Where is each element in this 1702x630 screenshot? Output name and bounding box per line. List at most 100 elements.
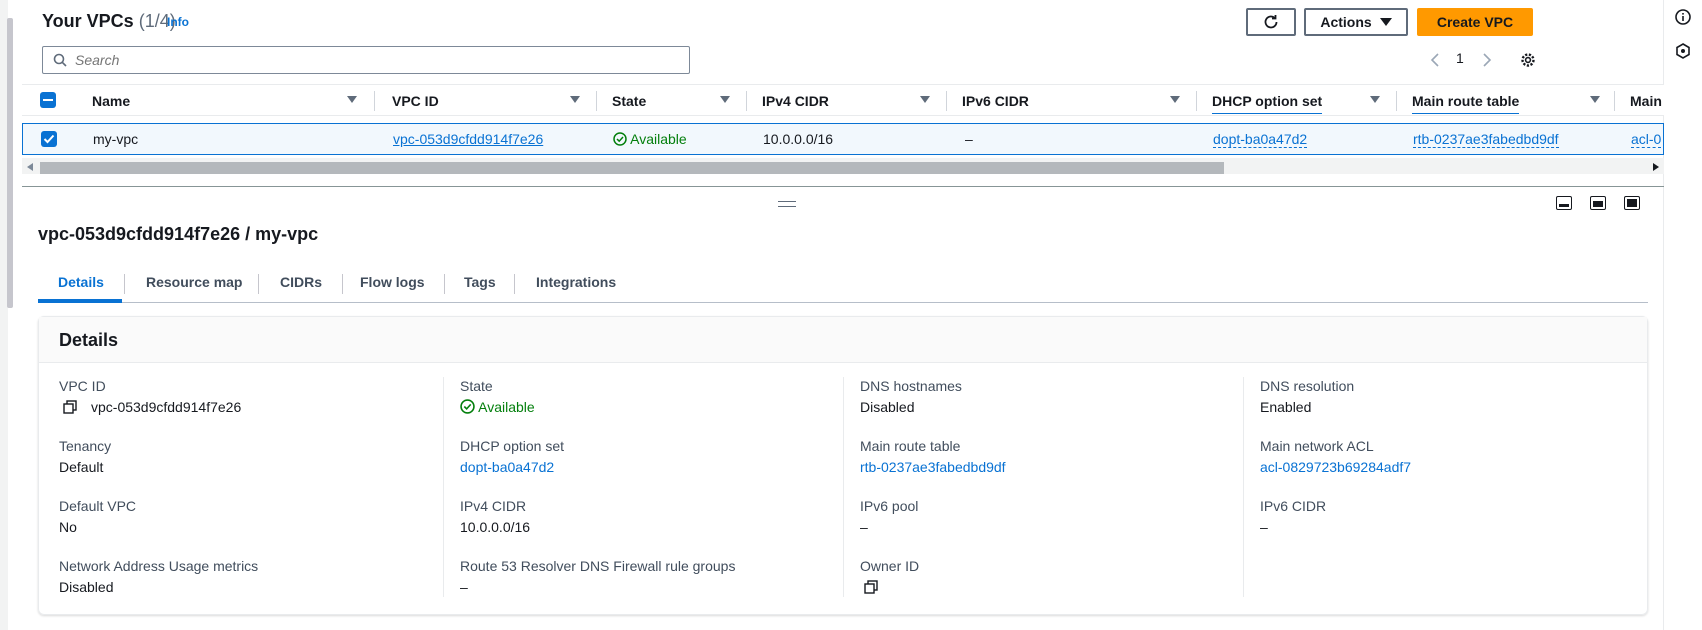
dhcp-label: DHCP option set	[460, 438, 565, 454]
vertical-scrollbar[interactable]	[7, 18, 13, 308]
vpc-id-value: vpc-053d9cfdd914f7e26	[91, 399, 242, 415]
bottom-panel-icon[interactable]	[1556, 196, 1572, 210]
cell-acl-link[interactable]: acl-0	[1631, 131, 1662, 148]
vpc-id-label: VPC ID	[59, 378, 106, 394]
scroll-right-icon[interactable]	[1652, 162, 1660, 172]
owner-id-label: Owner ID	[860, 558, 920, 574]
check-circle-icon	[613, 132, 627, 146]
tab-integrations[interactable]: Integrations	[536, 274, 616, 290]
checkmark-icon	[43, 134, 55, 144]
caret-down-icon	[1379, 18, 1392, 26]
dns-hostnames-value: Disabled	[860, 399, 915, 415]
sort-caret-icon[interactable]	[347, 96, 357, 103]
cell-vpc-id-link[interactable]: vpc-053d9cfdd914f7e26	[393, 131, 543, 147]
default-vpc-value: No	[59, 519, 77, 535]
check-circle-icon	[460, 399, 475, 414]
search-input[interactable]	[75, 50, 675, 70]
network-acl-label: Main network ACL	[1260, 438, 1374, 454]
r53-firewall-label: Route 53 Resolver DNS Firewall rule grou…	[460, 558, 736, 574]
nau-metrics-value: Disabled	[59, 579, 114, 595]
cell-dhcp-link[interactable]: dopt-ba0a47d2	[1213, 131, 1308, 148]
column-main-network-acl[interactable]: Main	[1630, 93, 1662, 109]
dns-resolution-value: Enabled	[1260, 399, 1312, 415]
cell-route-table-link[interactable]: rtb-0237ae3fabedbd9df	[1413, 131, 1559, 148]
tenancy-label: Tenancy	[59, 438, 112, 454]
column-vpc-id[interactable]: VPC ID	[392, 93, 439, 109]
hexagon-help-icon[interactable]	[1674, 42, 1692, 60]
active-tab-indicator	[38, 299, 122, 303]
search-icon	[53, 53, 67, 67]
cell-state: Available	[613, 131, 687, 147]
column-ipv6-cidr[interactable]: IPv6 CIDR	[962, 93, 1029, 109]
vpc-table: Name VPC ID State IPv4 CIDR IPv6 CIDR DH…	[22, 84, 1664, 188]
cell-ipv6-cidr: –	[965, 131, 973, 147]
state-value: Available	[460, 399, 535, 415]
sort-caret-icon[interactable]	[720, 96, 730, 103]
create-vpc-button[interactable]: Create VPC	[1417, 8, 1533, 36]
dns-hostnames-label: DNS hostnames	[860, 378, 962, 394]
sort-caret-icon[interactable]	[920, 96, 930, 103]
column-ipv4-cidr[interactable]: IPv4 CIDR	[762, 93, 829, 109]
resize-handle-icon[interactable]	[778, 201, 796, 207]
info-icon[interactable]	[1674, 8, 1692, 26]
ipv6-cidr-value: –	[1260, 519, 1268, 535]
gear-icon[interactable]	[1519, 51, 1537, 69]
detail-title: vpc-053d9cfdd914f7e26 / my-vpc	[38, 224, 319, 244]
tab-resource-map[interactable]: Resource map	[146, 274, 242, 290]
r53-firewall-value: –	[460, 579, 468, 595]
sort-caret-icon[interactable]	[570, 96, 580, 103]
table-row[interactable]: my-vpc vpc-053d9cfdd914f7e26 Available 1…	[22, 123, 1664, 155]
sort-caret-icon[interactable]	[1590, 96, 1600, 103]
refresh-button[interactable]	[1246, 8, 1296, 36]
chevron-left-icon[interactable]	[1430, 53, 1440, 67]
ipv4-cidr-value: 10.0.0.0/16	[460, 519, 531, 535]
network-acl-link[interactable]: acl-0829723b69284adf7	[1260, 459, 1411, 475]
tenancy-value: Default	[59, 459, 104, 475]
ipv6-pool-label: IPv6 pool	[860, 498, 919, 514]
dhcp-link[interactable]: dopt-ba0a47d2	[460, 459, 554, 475]
copy-icon[interactable]	[864, 580, 878, 594]
search-field[interactable]	[42, 46, 690, 74]
actions-button[interactable]: Actions	[1304, 8, 1408, 36]
scrollbar-thumb[interactable]	[40, 162, 1224, 174]
column-state[interactable]: State	[612, 93, 646, 109]
refresh-icon	[1264, 15, 1278, 29]
default-vpc-label: Default VPC	[59, 498, 137, 514]
details-panel: Details VPC ID vpc-053d9cfdd914f7e26 Ten…	[38, 316, 1648, 615]
split-panel-divider	[22, 186, 1664, 187]
side-panel-icon[interactable]	[1590, 196, 1606, 210]
ipv6-pool-value: –	[860, 519, 868, 535]
column-dhcp-option-set[interactable]: DHCP option set	[1212, 93, 1323, 114]
sort-caret-icon[interactable]	[1170, 96, 1180, 103]
panel-title: Details	[59, 330, 119, 350]
nau-metrics-label: Network Address Usage metrics	[59, 558, 259, 574]
tab-flow-logs[interactable]: Flow logs	[360, 274, 425, 290]
row-checkbox[interactable]	[41, 131, 57, 147]
copy-icon[interactable]	[63, 400, 77, 414]
detail-tabs: Details Resource map CIDRs Flow logs Tag…	[38, 270, 1648, 303]
ipv6-cidr-label: IPv6 CIDR	[1260, 498, 1327, 514]
state-label: State	[460, 378, 493, 394]
sort-caret-icon[interactable]	[1370, 96, 1380, 103]
tab-cidrs[interactable]: CIDRs	[280, 274, 322, 290]
cell-ipv4-cidr: 10.0.0.0/16	[763, 131, 834, 147]
scroll-left-icon[interactable]	[26, 162, 34, 172]
info-link[interactable]: Info	[167, 15, 189, 29]
horizontal-scrollbar[interactable]	[22, 158, 1664, 174]
right-tool-rail	[1663, 0, 1702, 630]
cell-name: my-vpc	[93, 131, 139, 147]
page-title: Your VPCs (1/4)	[42, 11, 176, 31]
ipv4-cidr-label: IPv4 CIDR	[460, 498, 527, 514]
page-number[interactable]: 1	[1456, 50, 1464, 66]
column-name[interactable]: Name	[92, 93, 130, 109]
chevron-right-icon[interactable]	[1482, 53, 1492, 67]
route-table-link[interactable]: rtb-0237ae3fabedbd9df	[860, 459, 1006, 475]
dns-resolution-label: DNS resolution	[1260, 378, 1355, 394]
select-all-checkbox[interactable]	[40, 92, 56, 108]
tab-details[interactable]: Details	[58, 274, 104, 290]
table-header: Name VPC ID State IPv4 CIDR IPv6 CIDR DH…	[22, 84, 1664, 116]
full-panel-icon[interactable]	[1624, 196, 1640, 210]
route-table-label: Main route table	[860, 438, 961, 454]
tab-tags[interactable]: Tags	[464, 274, 496, 290]
column-main-route-table[interactable]: Main route table	[1412, 93, 1520, 114]
